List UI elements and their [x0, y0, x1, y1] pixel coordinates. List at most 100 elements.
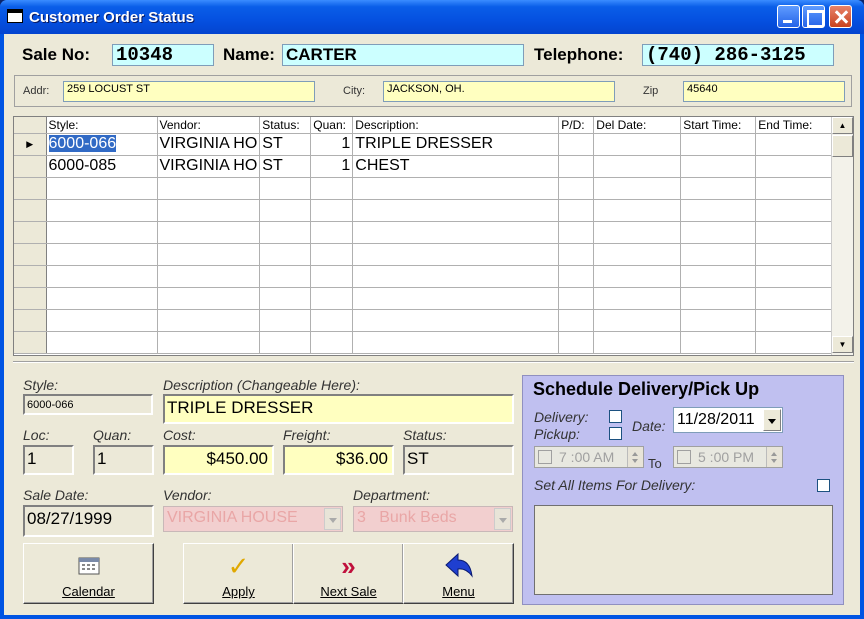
addr-field[interactable]: 259 LOCUST ST: [63, 81, 315, 102]
cost-input[interactable]: $450.00: [163, 445, 274, 475]
status-field: ST: [403, 445, 514, 475]
scroll-down-icon[interactable]: ▼: [832, 336, 853, 353]
pickup-checkbox[interactable]: [609, 427, 622, 440]
empty-row[interactable]: [14, 265, 833, 288]
empty-row[interactable]: [14, 177, 833, 200]
col-header[interactable]: P/D:: [558, 117, 595, 134]
department-select[interactable]: 3 Bunk Beds: [353, 506, 513, 532]
cell-start-time[interactable]: [680, 155, 757, 178]
end-time-spinner[interactable]: 5 :00 PM: [673, 446, 783, 468]
cell-status[interactable]: ST: [259, 155, 312, 178]
client-area: Sale No: 10348 Name: CARTER Telephone: (…: [4, 34, 860, 615]
address-group: Addr: 259 LOCUST ST City: JACKSON, OH. Z…: [14, 75, 852, 107]
col-header[interactable]: Start Time:: [680, 117, 757, 134]
window-title: Customer Order Status: [29, 9, 195, 26]
empty-row[interactable]: [14, 221, 833, 244]
schedule-notes-area[interactable]: [534, 505, 833, 595]
title-bar[interactable]: Customer Order Status: [0, 0, 864, 34]
description-input[interactable]: TRIPLE DRESSER: [163, 394, 514, 424]
col-header[interactable]: Style:: [46, 117, 158, 134]
cell-description[interactable]: CHEST: [352, 155, 560, 178]
sale-no-field[interactable]: 10348: [112, 44, 214, 66]
cell-end-time[interactable]: [755, 155, 833, 178]
cell-vendor[interactable]: VIRGINIA HO: [157, 133, 261, 156]
cell-quan[interactable]: 1: [310, 155, 354, 178]
city-field[interactable]: JACKSON, OH.: [383, 81, 615, 102]
cell-pd[interactable]: [558, 155, 595, 178]
end-time-checkbox[interactable]: [677, 450, 691, 464]
double-chevron-right-icon: »: [341, 551, 356, 581]
col-header[interactable]: Description:: [352, 117, 560, 134]
date-label: Date:: [632, 418, 666, 434]
vendor-select[interactable]: VIRGINIA HOUSE: [163, 506, 343, 532]
telephone-field[interactable]: (740) 286-3125: [642, 44, 834, 66]
cell-del-date[interactable]: [593, 133, 682, 156]
scroll-thumb[interactable]: [832, 135, 853, 157]
minimize-button[interactable]: [777, 5, 800, 28]
cell-status[interactable]: ST: [259, 133, 312, 156]
grid-header-indicator: [14, 117, 47, 134]
menu-button[interactable]: Menu: [403, 543, 514, 604]
quan-label: Quan:: [93, 427, 132, 443]
table-row[interactable]: ▶ 6000-066 VIRGINIA HO ST 1 TRIPLE DRESS…: [14, 133, 833, 156]
calendar-button[interactable]: Calendar: [23, 543, 154, 604]
schedule-title: Schedule Delivery/Pick Up: [533, 379, 760, 399]
delivery-checkbox[interactable]: [609, 410, 622, 423]
schedule-panel: Schedule Delivery/Pick Up Delivery: Pick…: [522, 375, 844, 605]
close-button[interactable]: [829, 5, 852, 28]
col-header[interactable]: Del Date:: [593, 117, 682, 134]
grid-vertical-scrollbar[interactable]: ▲ ▼: [831, 117, 853, 355]
empty-row[interactable]: [14, 199, 833, 222]
name-field[interactable]: CARTER: [282, 44, 524, 66]
cell-end-time[interactable]: [755, 133, 833, 156]
next-sale-button[interactable]: » Next Sale: [293, 543, 404, 604]
current-row-indicator-icon: ▶: [14, 133, 47, 156]
order-items-table: Style: Vendor: Status: Quan: Description…: [14, 117, 833, 354]
col-header[interactable]: Status:: [259, 117, 312, 134]
cell-vendor[interactable]: VIRGINIA HO: [157, 155, 261, 178]
start-time-spinner[interactable]: 7 :00 AM: [534, 446, 644, 468]
style-label: Style:: [23, 377, 59, 393]
cell-description[interactable]: TRIPLE DRESSER: [352, 133, 560, 156]
apply-button[interactable]: ✓ Apply: [183, 543, 294, 604]
cell-pd[interactable]: [558, 133, 595, 156]
order-items-grid[interactable]: Style: Vendor: Status: Quan: Description…: [13, 116, 854, 356]
cell-start-time[interactable]: [680, 133, 757, 156]
col-header[interactable]: End Time:: [755, 117, 833, 134]
empty-row[interactable]: [14, 309, 833, 332]
empty-row[interactable]: [14, 287, 833, 310]
chevron-down-icon[interactable]: [763, 409, 781, 431]
up-down-icon[interactable]: [627, 447, 643, 467]
apply-button-label: Apply: [222, 584, 255, 599]
loc-label: Loc:: [23, 427, 50, 443]
empty-row[interactable]: [14, 243, 833, 266]
start-time-checkbox[interactable]: [538, 450, 552, 464]
cell-del-date[interactable]: [593, 155, 682, 178]
date-value: 11/28/2011: [677, 411, 755, 428]
col-header[interactable]: Vendor:: [157, 117, 261, 134]
date-picker[interactable]: 11/28/2011: [673, 407, 783, 433]
set-all-checkbox[interactable]: [817, 479, 830, 492]
scroll-up-icon[interactable]: ▲: [832, 117, 853, 134]
window-app-icon: [7, 9, 23, 23]
grid-header-row: Style: Vendor: Status: Quan: Description…: [14, 117, 833, 134]
table-row[interactable]: 6000-085 VIRGINIA HO ST 1 CHEST: [14, 155, 833, 178]
zip-field[interactable]: 45640: [683, 81, 845, 102]
section-divider: [13, 361, 854, 363]
up-down-icon[interactable]: [766, 447, 782, 467]
cell-style[interactable]: 6000-066: [46, 133, 158, 156]
col-header[interactable]: Quan:: [310, 117, 354, 134]
sale-date-field: 08/27/1999: [23, 505, 154, 537]
cell-quan[interactable]: 1: [310, 133, 354, 156]
back-arrow-icon: [404, 552, 513, 583]
next-sale-button-label: Next Sale: [320, 584, 377, 599]
freight-input[interactable]: $36.00: [283, 445, 394, 475]
chevron-down-icon[interactable]: [494, 508, 511, 530]
maximize-button[interactable]: [802, 5, 825, 28]
style-field: 6000-066: [23, 394, 153, 415]
sale-no-label: Sale No:: [22, 45, 91, 64]
telephone-label: Telephone:: [534, 45, 624, 64]
cell-style[interactable]: 6000-085: [46, 155, 158, 178]
empty-row[interactable]: [14, 331, 833, 354]
chevron-down-icon[interactable]: [324, 508, 341, 530]
